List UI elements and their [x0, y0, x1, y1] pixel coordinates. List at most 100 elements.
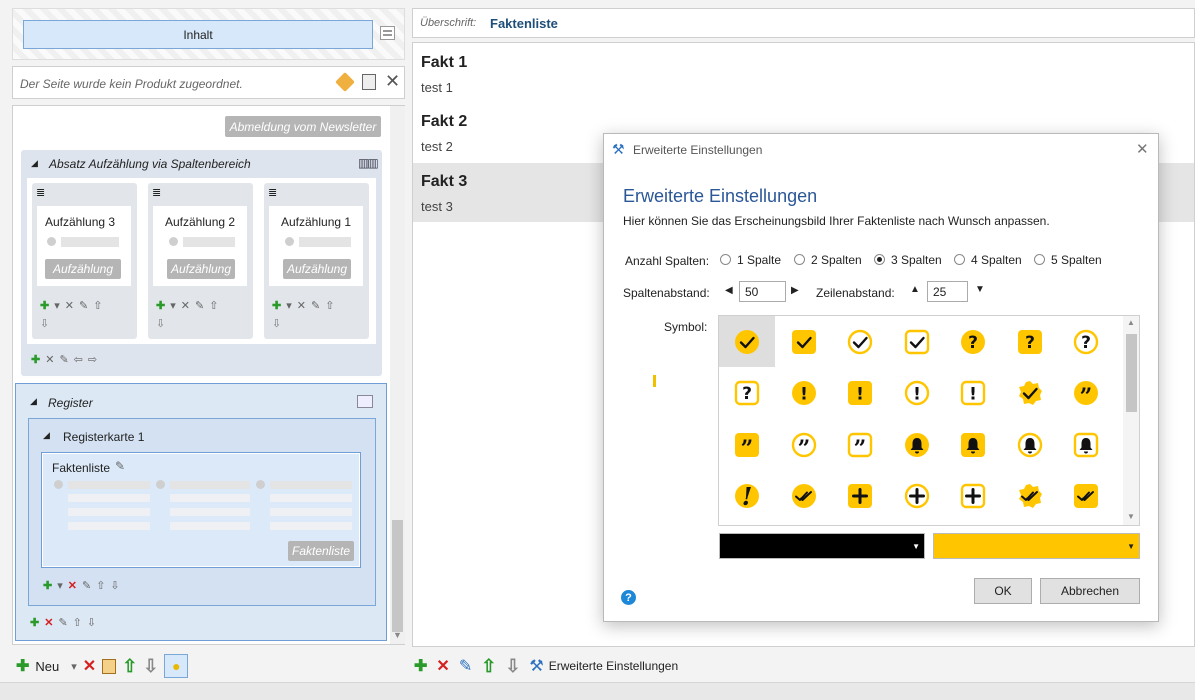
menu-icon[interactable]: ≣: [268, 186, 277, 199]
bell-circle-outline-icon[interactable]: [1002, 419, 1058, 470]
down-icon[interactable]: ⇩: [272, 317, 281, 330]
symbol-scrollbar[interactable]: ▲ ▼: [1123, 316, 1139, 525]
edit-icon[interactable]: ✎: [459, 656, 472, 676]
dropdown-arrow-icon[interactable]: ▼: [912, 542, 920, 551]
double-check-circle-icon[interactable]: [776, 471, 832, 522]
folder-icon[interactable]: [357, 395, 373, 408]
radio-4-spalten[interactable]: 4 Spalten: [954, 253, 1022, 267]
edit-pencil-icon[interactable]: ✎: [115, 459, 125, 473]
exclamation-square-outline-icon[interactable]: !: [945, 368, 1001, 419]
up-icon[interactable]: ⇧: [325, 300, 339, 312]
newsletter-button[interactable]: Abmeldung vom Newsletter: [225, 116, 381, 137]
question-circle-icon[interactable]: ?: [945, 316, 1001, 367]
exclamation-circle-outline-icon[interactable]: !: [889, 368, 945, 419]
plus-circle-outline-icon[interactable]: [889, 471, 945, 522]
symbol-grid[interactable]: ????!!!! ” ” ” ”! ▲ ▼: [718, 315, 1140, 526]
edit-icon[interactable]: ✎: [58, 617, 72, 629]
dropdown-arrow-icon[interactable]: ▼: [1127, 542, 1135, 551]
down-icon[interactable]: ⇩: [110, 580, 124, 592]
radio-3-spalten[interactable]: 3 Spalten: [874, 253, 942, 267]
move-up-icon[interactable]: ⇧: [481, 656, 496, 677]
row-spacing-input[interactable]: 25: [927, 281, 968, 302]
columns-icon[interactable]: ▥▥: [358, 156, 379, 170]
up-icon[interactable]: ⇧: [96, 580, 110, 592]
column-button[interactable]: Aufzählung: [283, 259, 351, 279]
question-square-outline-icon[interactable]: ?: [719, 368, 775, 419]
plus-square-outline-icon[interactable]: [945, 471, 1001, 522]
exclamation-circle-icon[interactable]: !: [776, 368, 832, 419]
edit-icon[interactable]: ✎: [59, 354, 73, 366]
column-button[interactable]: Aufzählung: [45, 259, 121, 279]
lightbulb-icon[interactable]: ●: [164, 654, 189, 678]
scrollbar-thumb[interactable]: [1126, 334, 1137, 412]
decrease-arrow-icon[interactable]: ▼: [975, 284, 985, 295]
right-arrow-icon[interactable]: ⇨: [88, 354, 102, 366]
add-icon[interactable]: ✚: [272, 300, 286, 312]
add-icon[interactable]: ✚: [31, 354, 45, 366]
bell-square-icon[interactable]: [945, 419, 1001, 470]
increase-arrow-icon[interactable]: ▲: [910, 284, 920, 295]
delete-icon[interactable]: ✕: [436, 656, 449, 676]
tag-icon[interactable]: [335, 72, 355, 92]
edit-icon[interactable]: ✎: [311, 300, 325, 312]
left-arrow-icon[interactable]: ⇦: [74, 354, 88, 366]
radio-5-spalten[interactable]: 5 Spalten: [1034, 253, 1102, 267]
check-square-outline-icon[interactable]: [889, 316, 945, 367]
heading-value[interactable]: Faktenliste: [490, 16, 558, 31]
bell-circle-icon[interactable]: [889, 419, 945, 470]
collapse-triangle-icon[interactable]: ◢: [31, 158, 38, 169]
add-icon[interactable]: ✚: [156, 300, 170, 312]
delete-icon[interactable]: ✕: [68, 580, 82, 592]
collapse-triangle-icon[interactable]: ◢: [43, 430, 50, 441]
edit-icon[interactable]: ✎: [195, 300, 209, 312]
increase-arrow-icon[interactable]: ▶: [791, 285, 799, 296]
radio-button[interactable]: [794, 254, 805, 265]
faktenliste-button[interactable]: Faktenliste: [288, 541, 354, 561]
radio-button[interactable]: [874, 254, 885, 265]
check-circle-icon[interactable]: [719, 316, 775, 367]
primary-color-picker[interactable]: ▼: [719, 533, 925, 559]
fact-item[interactable]: Fakt 1 test 1: [413, 43, 1194, 102]
up-icon[interactable]: ⇧: [209, 300, 223, 312]
delete-icon[interactable]: ✕: [297, 300, 311, 312]
edit-icon[interactable]: ✎: [79, 300, 93, 312]
down-icon[interactable]: ⇩: [156, 317, 165, 330]
up-icon[interactable]: ⇧: [93, 300, 107, 312]
add-icon[interactable]: ✚: [40, 300, 54, 312]
exclamation-square-icon[interactable]: !: [832, 368, 888, 419]
move-up-icon[interactable]: ⇧: [122, 656, 137, 677]
delete-icon[interactable]: ✕: [44, 617, 58, 629]
add-icon[interactable]: ✚: [43, 580, 57, 592]
radio-button[interactable]: [954, 254, 965, 265]
question-square-icon[interactable]: ?: [1002, 316, 1058, 367]
move-down-icon[interactable]: ⇩: [505, 656, 520, 677]
copy-icon[interactable]: [362, 74, 376, 90]
up-icon[interactable]: ⇧: [73, 617, 87, 629]
collapse-triangle-icon[interactable]: ◢: [30, 396, 37, 407]
inhalt-button[interactable]: Inhalt: [23, 20, 373, 49]
dropdown-icon[interactable]: ▾: [71, 660, 77, 673]
copy-icon[interactable]: [102, 658, 117, 674]
column-spacing-input[interactable]: 50: [739, 281, 786, 302]
scroll-down-icon[interactable]: ▼: [393, 630, 402, 640]
menu-icon[interactable]: ≣: [36, 186, 45, 199]
scroll-down-icon[interactable]: ▼: [1127, 512, 1135, 521]
add-icon[interactable]: ✚: [414, 656, 427, 676]
dropdown-icon[interactable]: ▾: [54, 300, 65, 312]
check-circle-outline-icon[interactable]: [832, 316, 888, 367]
quote-circle-outline-icon[interactable]: ”: [776, 419, 832, 470]
new-label[interactable]: Neu: [35, 659, 59, 674]
double-check-square-icon[interactable]: [1058, 471, 1114, 522]
delete-icon[interactable]: ✕: [65, 300, 79, 312]
column-button[interactable]: Aufzählung: [167, 259, 235, 279]
advanced-settings-link[interactable]: Erweiterte Einstellungen: [549, 659, 678, 673]
bell-square-outline-icon[interactable]: [1058, 419, 1114, 470]
add-icon[interactable]: ✚: [30, 617, 44, 629]
radio-1-spalte[interactable]: 1 Spalte: [720, 253, 781, 267]
down-icon[interactable]: ⇩: [40, 317, 49, 330]
dropdown-icon[interactable]: ▾: [286, 300, 297, 312]
remove-product-icon[interactable]: ✕: [385, 71, 400, 92]
help-icon[interactable]: ?: [621, 590, 636, 605]
scroll-up-icon[interactable]: ▲: [1127, 318, 1135, 327]
check-badge-icon[interactable]: [1002, 368, 1058, 419]
